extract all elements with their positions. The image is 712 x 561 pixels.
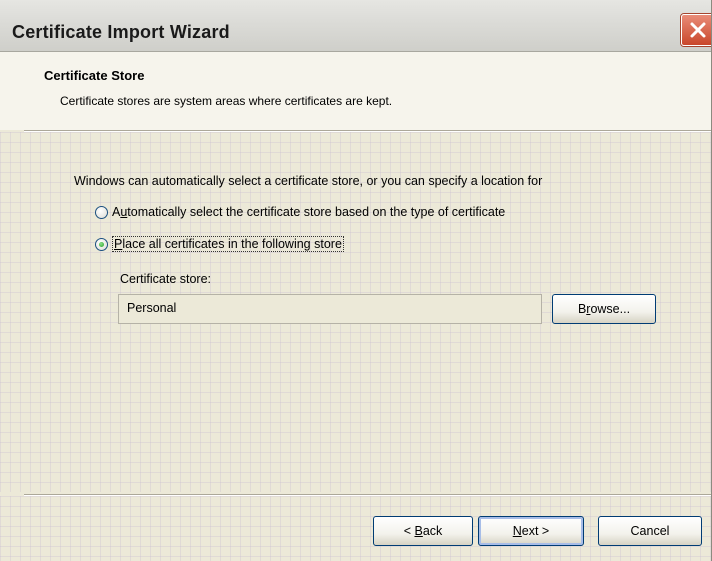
close-x-icon [690,22,706,38]
close-button[interactable] [681,14,711,46]
instruction-text: Windows can automatically select a certi… [74,174,543,188]
certificate-import-wizard-window: Certificate Import Wizard Certificate St… [0,0,712,561]
back-button[interactable]: < Back [373,516,473,546]
radio-place-in-store[interactable]: Place all certificates in the following … [95,236,344,252]
browse-button[interactable]: Browse... [552,294,656,324]
certificate-store-label: Certificate store: [120,272,212,286]
page-description: Certificate stores are system areas wher… [60,94,393,108]
radio-place-in-store-button[interactable] [95,237,108,251]
next-button[interactable]: Next > [478,516,584,546]
radio-auto-select-label[interactable]: Automatically select the certificate sto… [112,205,505,219]
title-bar[interactable]: Certificate Import Wizard [0,0,711,52]
cancel-button[interactable]: Cancel [598,516,702,546]
wizard-header: Certificate Store Certificate stores are… [0,52,711,130]
certificate-store-field[interactable]: Personal [118,294,542,324]
window-title: Certificate Import Wizard [12,22,230,42]
page-title: Certificate Store [44,68,145,83]
radio-auto-select[interactable]: Automatically select the certificate sto… [95,205,505,219]
radio-auto-select-button[interactable] [95,205,108,219]
radio-place-in-store-label[interactable]: Place all certificates in the following … [112,236,344,252]
